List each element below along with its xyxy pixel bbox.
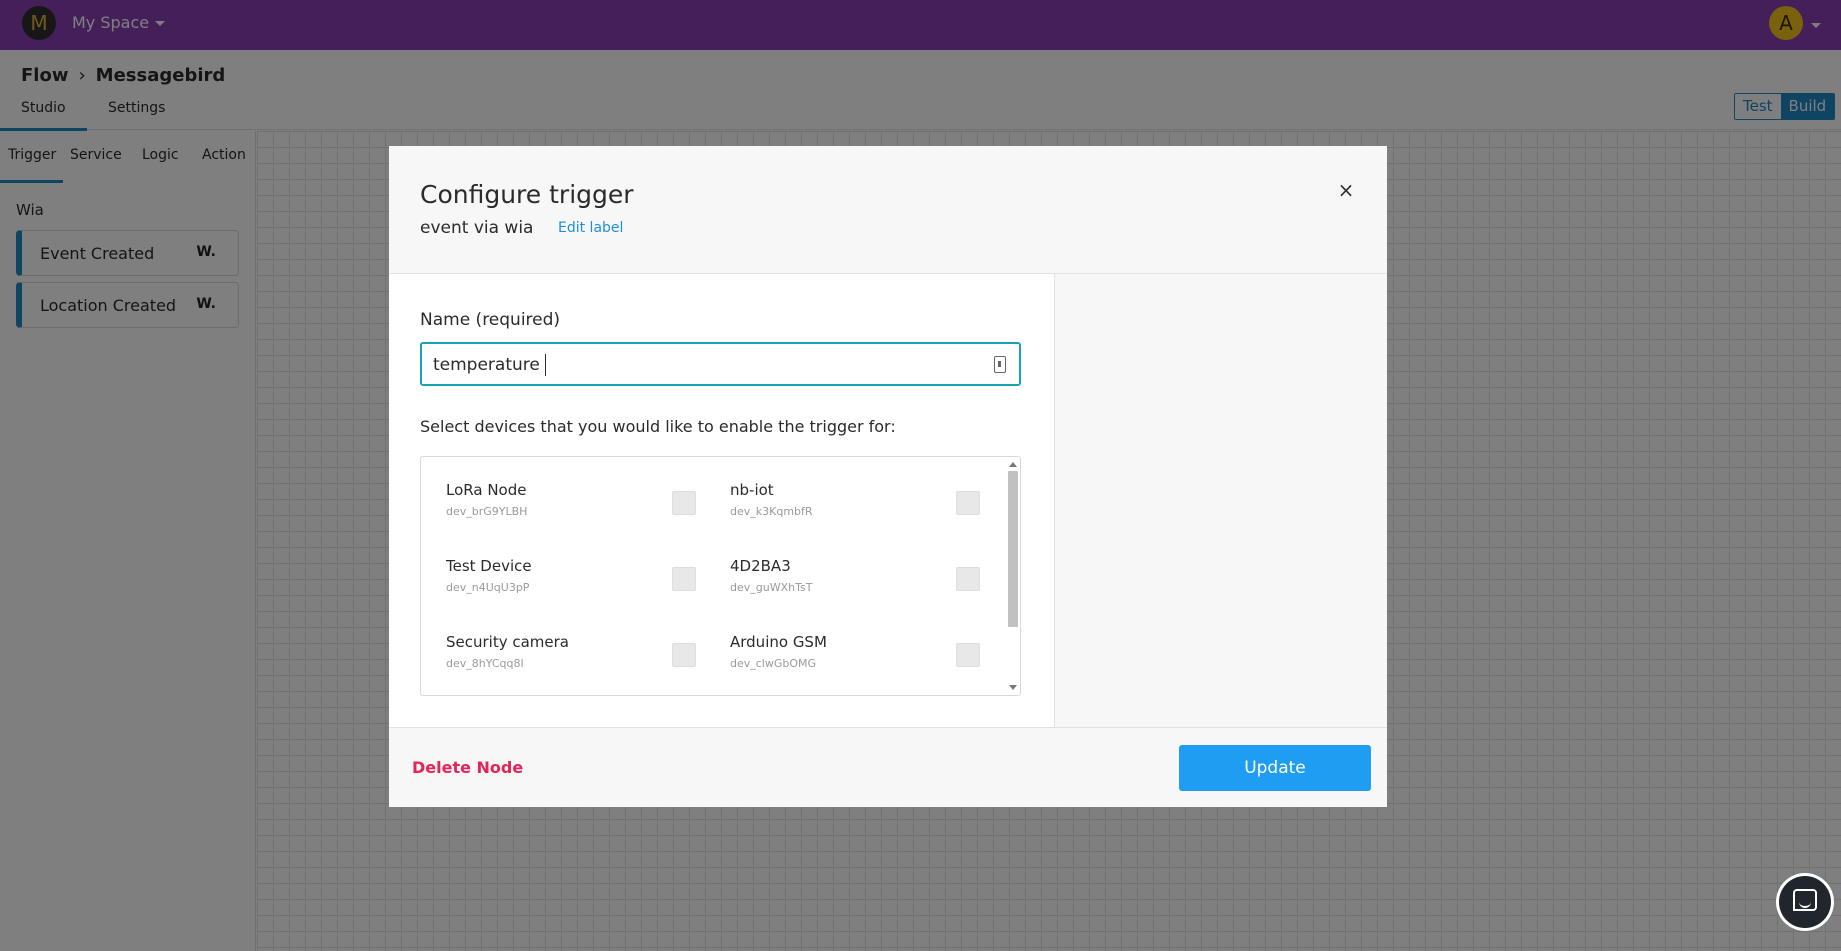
device-checkbox[interactable] [672, 491, 696, 515]
name-field-label: Name (required) [420, 310, 561, 330]
name-input[interactable]: temperature [420, 342, 1021, 386]
device-id: dev_k3KqmbfR [730, 505, 813, 518]
modal-title: Configure trigger [420, 180, 634, 209]
modal-body: Name (required) temperature Select devic… [389, 274, 1387, 727]
update-button[interactable]: Update [1179, 745, 1371, 791]
device-id: dev_clwGbOMG [730, 657, 817, 670]
name-input-value: temperature [433, 355, 540, 375]
device-name: 4D2BA3 [730, 557, 791, 575]
device-name: Test Device [446, 557, 532, 575]
edit-label-link[interactable]: Edit label [558, 220, 623, 236]
modal-footer: Delete Node Update [389, 727, 1387, 807]
device-item: Security camera dev_8hYCqq8I [446, 633, 706, 683]
device-item: 4D2BA3 dev_guWXhTsT [730, 557, 990, 607]
close-icon[interactable]: × [1336, 180, 1356, 200]
device-checkbox[interactable] [672, 643, 696, 667]
chat-icon [1793, 889, 1817, 911]
text-caret [545, 354, 546, 376]
keychain-icon[interactable] [994, 356, 1006, 373]
device-name: Arduino GSM [730, 633, 827, 651]
modal-header: Configure trigger event via wia Edit lab… [389, 146, 1387, 274]
device-id: dev_brG9YLBH [446, 505, 528, 518]
scroll-down-arrow-icon[interactable] [1009, 685, 1017, 690]
scroll-up-arrow-icon[interactable] [1009, 462, 1017, 467]
device-item: Test Device dev_n4UqU3pP [446, 557, 706, 607]
configure-trigger-modal: Configure trigger event via wia Edit lab… [389, 146, 1387, 807]
device-checkbox[interactable] [956, 491, 980, 515]
devices-label: Select devices that you would like to en… [420, 417, 896, 436]
device-id: dev_8hYCqq8I [446, 657, 524, 670]
device-checkbox[interactable] [672, 567, 696, 591]
chat-launcher-button[interactable] [1776, 873, 1834, 931]
device-item: Arduino GSM dev_clwGbOMG [730, 633, 990, 683]
device-checkbox[interactable] [956, 567, 980, 591]
device-list-scrollbar[interactable] [1005, 457, 1020, 695]
scroll-thumb[interactable] [1008, 471, 1018, 627]
modal-subtitle: event via wia [420, 218, 534, 238]
device-id: dev_n4UqU3pP [446, 581, 530, 594]
device-id: dev_guWXhTsT [730, 581, 813, 594]
device-name: Security camera [446, 633, 570, 651]
device-checkbox[interactable] [956, 643, 980, 667]
delete-node-button[interactable]: Delete Node [412, 758, 523, 777]
modal-side-panel [1054, 274, 1387, 727]
device-item: LoRa Node dev_brG9YLBH [446, 481, 706, 531]
device-item: nb-iot dev_k3KqmbfR [730, 481, 990, 531]
device-list: LoRa Node dev_brG9YLBH nb-iot dev_k3Kqmb… [420, 456, 1021, 696]
device-name: nb-iot [730, 481, 774, 499]
device-name: LoRa Node [446, 481, 527, 499]
modal-form: Name (required) temperature Select devic… [389, 274, 1054, 727]
